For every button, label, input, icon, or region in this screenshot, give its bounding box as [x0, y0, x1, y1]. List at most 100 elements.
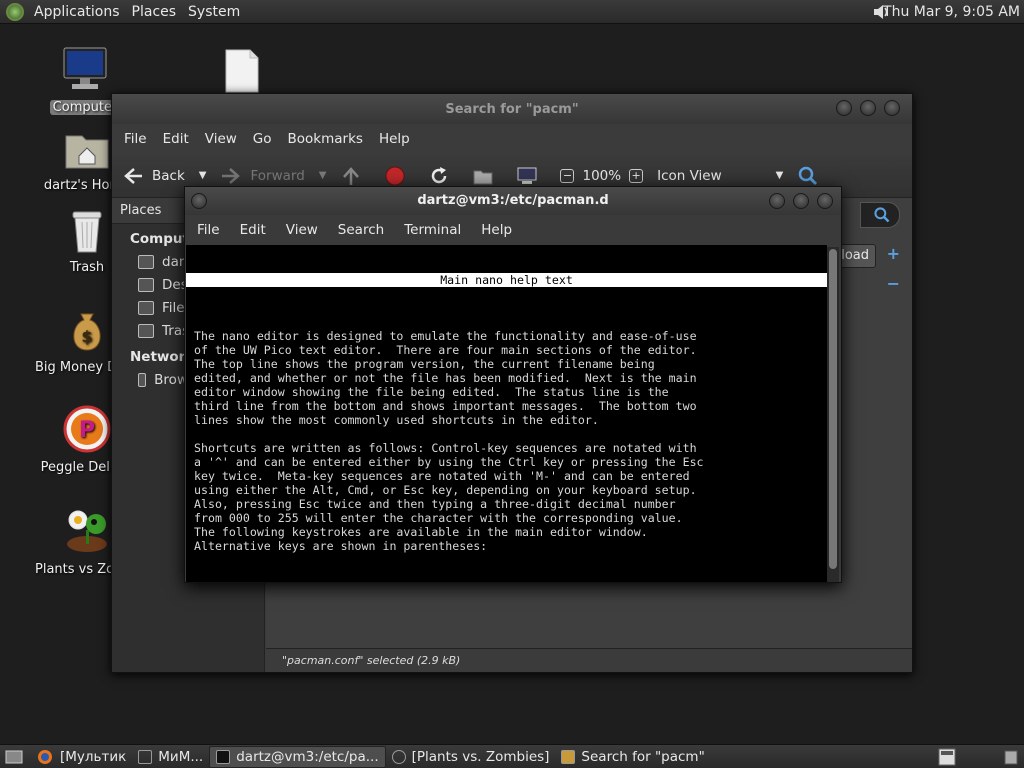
svg-text:P: P: [79, 418, 95, 443]
task-mim[interactable]: МиМ...: [132, 746, 209, 768]
forward-dropdown-icon[interactable]: ▼: [319, 170, 327, 181]
menu-system[interactable]: System: [182, 4, 246, 20]
money-bag-icon: $: [73, 313, 101, 351]
menu-file[interactable]: File: [187, 222, 230, 238]
task-label: [Plants vs. Zombies]: [411, 748, 550, 765]
help-text-line: [186, 553, 827, 567]
help-text-line: The nano editor is designed to emulate t…: [194, 329, 697, 343]
menu-go[interactable]: Go: [245, 131, 280, 147]
help-text-line: Shortcuts are written as follows: Contro…: [194, 441, 697, 455]
minimize-button[interactable]: [836, 100, 852, 116]
window-title: Search for "pacm": [445, 102, 579, 117]
menu-search[interactable]: Search: [328, 222, 394, 238]
help-text-line: of the UW Pico text editor. There are fo…: [194, 343, 697, 357]
peggle-icon: P: [63, 405, 111, 453]
desktop-icon-label: Computer: [49, 100, 121, 115]
show-desktop-icon[interactable]: [4, 748, 24, 766]
file-manager-titlebar[interactable]: Search for "pacm": [112, 94, 912, 124]
help-text-line: Also, pressing Esc twice and then typing…: [194, 497, 676, 511]
task-label: МиМ...: [158, 748, 204, 765]
back-label: Back: [152, 167, 185, 184]
zoom-in-icon[interactable]: +: [629, 168, 644, 183]
menu-help[interactable]: Help: [471, 222, 522, 238]
menu-applications[interactable]: Applications: [28, 4, 126, 20]
back-dropdown-icon[interactable]: ▼: [199, 170, 207, 181]
search-input[interactable]: [860, 202, 900, 228]
help-text-line: key twice. Meta-key sequences are notate…: [194, 469, 690, 483]
terminal-window: dartz@vm3:/etc/pacman.d File Edit View S…: [184, 186, 842, 583]
task-label: Search for "pacm": [581, 748, 705, 765]
home-button[interactable]: [472, 165, 502, 187]
chevron-down-icon: ▼: [775, 170, 784, 181]
computer-icon: [63, 47, 107, 89]
menu-terminal[interactable]: Terminal: [394, 222, 471, 238]
close-button[interactable]: [817, 193, 833, 209]
task-label: dartz@vm3:/etc/pa...: [236, 748, 379, 765]
computer-button[interactable]: [516, 165, 546, 187]
reload-toolbar-button[interactable]: [428, 165, 458, 187]
trash-applet-icon[interactable]: [1002, 748, 1020, 766]
clock[interactable]: Thu Mar 9, 9:05 AM: [883, 4, 1020, 20]
forward-button[interactable]: Forward ▼: [220, 165, 326, 187]
home-icon: [138, 254, 154, 269]
zoom-control: − 100% +: [560, 167, 644, 184]
back-button[interactable]: Back ▼: [122, 165, 206, 187]
minimize-button[interactable]: [769, 193, 785, 209]
trash-icon: [72, 211, 102, 253]
menu-view[interactable]: View: [197, 131, 245, 147]
app-icon: [138, 749, 153, 764]
menu-edit[interactable]: Edit: [230, 222, 276, 238]
help-text-line: lines show the most commonly used shortc…: [194, 413, 599, 427]
help-text-line: edited, and whether or not the file has …: [194, 371, 697, 385]
remove-criterion-icon[interactable]: −: [887, 274, 900, 293]
help-text-line: using either the Alt, Cmd, or Esc key, d…: [194, 483, 697, 497]
help-text-line: Alternative keys are shown in parenthese…: [194, 539, 488, 553]
menu-file[interactable]: File: [116, 131, 155, 147]
help-text-line: third line from the bottom and shows imp…: [194, 399, 697, 413]
back-arrow-icon: [124, 167, 142, 184]
maximize-button[interactable]: [793, 193, 809, 209]
scrollbar[interactable]: [827, 247, 839, 582]
menu-edit[interactable]: Edit: [155, 131, 197, 147]
scrollbar-thumb[interactable]: [829, 249, 837, 569]
task-search[interactable]: Search for "pacm": [555, 746, 710, 768]
document-icon: [225, 49, 259, 93]
forward-arrow-icon: [222, 167, 241, 184]
file-manager-menubar: File Edit View Go Bookmarks Help: [112, 124, 912, 154]
help-text-line: editor window showing the file being edi…: [194, 385, 669, 399]
task-plants-vs-zombies[interactable]: [Plants vs. Zombies]: [386, 746, 556, 768]
forward-label: Forward: [250, 167, 305, 184]
task-multik[interactable]: [Мультик: [54, 746, 132, 768]
window-title: dartz@vm3:/etc/pacman.d: [417, 193, 609, 208]
task-terminal[interactable]: dartz@vm3:/etc/pa...: [209, 745, 386, 768]
zoom-level: 100%: [582, 167, 622, 184]
menu-places[interactable]: Places: [126, 4, 183, 20]
stop-button[interactable]: [384, 165, 414, 187]
help-text: The nano editor is designed to emulate t…: [186, 329, 827, 567]
reload-icon: [432, 166, 447, 183]
menu-view[interactable]: View: [276, 222, 328, 238]
zoom-out-icon[interactable]: −: [560, 168, 575, 183]
help-text-line: The top line shows the program version, …: [194, 357, 655, 371]
desktop-icon-label: Trash: [69, 260, 105, 275]
up-button[interactable]: [340, 165, 370, 187]
distro-logo-icon[interactable]: [6, 2, 24, 21]
firefox-icon[interactable]: [36, 748, 54, 766]
view-mode-select[interactable]: Icon View ▼: [657, 168, 783, 184]
workspace-switcher-icon[interactable]: [938, 748, 956, 766]
desktop-icon: [138, 277, 154, 292]
computer-small-icon: [517, 167, 537, 184]
maximize-button[interactable]: [860, 100, 876, 116]
search-button[interactable]: [797, 165, 827, 187]
menu-help[interactable]: Help: [371, 131, 418, 147]
terminal-menubar: File Edit View Search Terminal Help: [185, 215, 841, 245]
status-bar: "pacman.conf" selected (2.9 kB): [266, 648, 912, 672]
folder-search-icon: [561, 749, 576, 764]
menu-bookmarks[interactable]: Bookmarks: [280, 131, 371, 147]
search-icon: [799, 166, 818, 185]
help-text-line: The following keystrokes are available i…: [194, 525, 648, 539]
terminal-titlebar[interactable]: dartz@vm3:/etc/pacman.d: [185, 187, 841, 215]
terminal-screen[interactable]: Main nano help text The nano editor is d…: [186, 245, 827, 582]
add-criterion-icon[interactable]: +: [887, 244, 900, 263]
close-button[interactable]: [884, 100, 900, 116]
